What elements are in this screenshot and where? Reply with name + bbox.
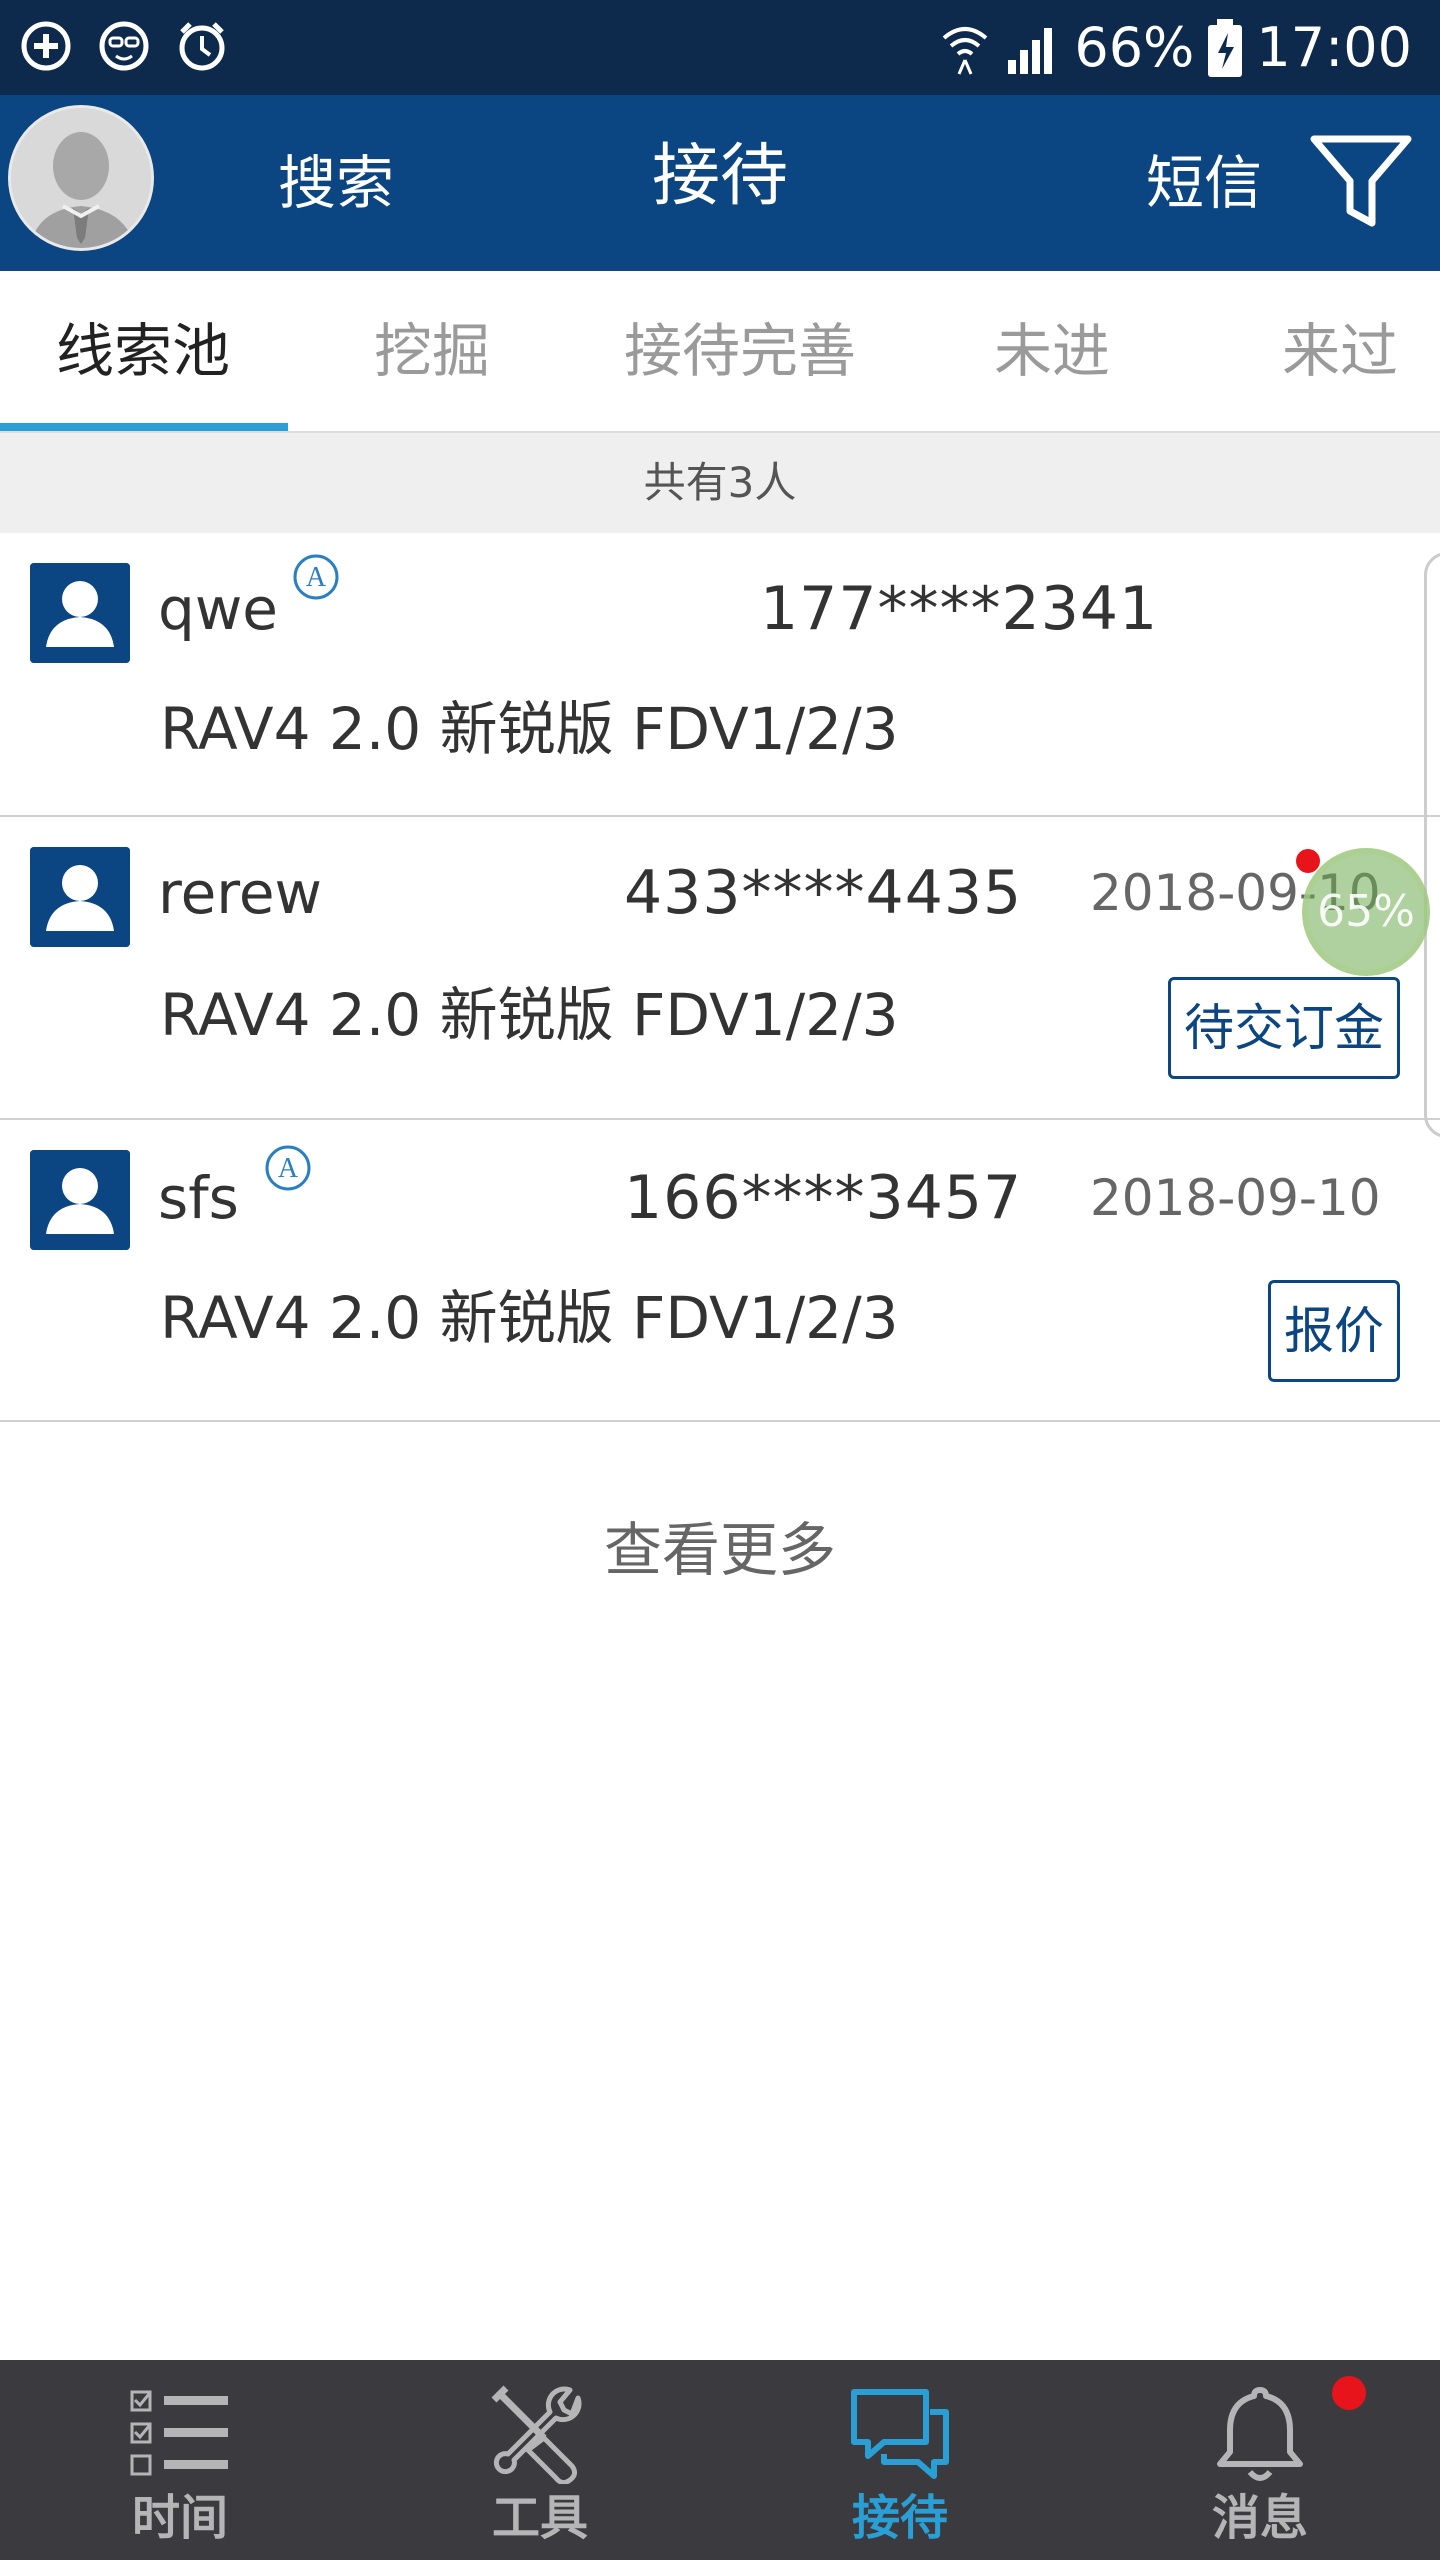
tab-bar: 线索池 挖掘 接待完善 未进 来过	[0, 271, 1440, 433]
clock: 17:00	[1256, 16, 1412, 79]
customer-row[interactable]: rerew 433****4435 2018-09-10 RAV4 2.0 新锐…	[0, 817, 1440, 1120]
wifi-icon	[943, 27, 988, 75]
tab-visited[interactable]: 来过	[1282, 271, 1398, 431]
customer-row[interactable]: sfs A 166****3457 2018-09-10 RAV4 2.0 新锐…	[0, 1120, 1440, 1422]
floating-memory-widget[interactable]: 65%	[1302, 848, 1430, 976]
avatar[interactable]	[8, 105, 154, 251]
view-more-button[interactable]: 查看更多	[0, 1510, 1440, 1590]
svg-text:A: A	[306, 562, 327, 593]
customer-phone[interactable]: 166****3457	[624, 1162, 1022, 1234]
app-header: 搜索 接待 短信	[0, 95, 1440, 271]
nav-label-reception: 接待	[851, 2490, 948, 2546]
bottom-nav: 时间 工具 接待 消息	[0, 2360, 1440, 2560]
customer-date: 2018-09-10	[1090, 1169, 1381, 1227]
edge-drag-handle[interactable]	[1424, 552, 1440, 1138]
tools-icon	[491, 2385, 582, 2484]
user-avatar-icon	[11, 108, 151, 248]
customer-avatar	[30, 1150, 130, 1250]
customer-name: sfs	[158, 1164, 239, 1232]
svg-text:A: A	[278, 1153, 299, 1184]
tab-dig[interactable]: 挖掘	[374, 271, 490, 431]
chat-icon	[851, 2389, 949, 2479]
customer-car-model: RAV4 2.0 新锐版 FDV1/2/3	[160, 1284, 899, 1352]
nav-item-time[interactable]: 时间	[0, 2360, 360, 2560]
sms-button[interactable]: 短信	[1146, 147, 1262, 219]
nav-label-messages: 消息	[1211, 2490, 1308, 2546]
tab-clue-pool[interactable]: 线索池	[56, 271, 230, 431]
notification-dot	[1332, 2376, 1366, 2410]
page-title: 接待	[652, 137, 789, 216]
status-right: 66% 17:00	[940, 12, 1412, 84]
person-icon	[30, 1150, 130, 1250]
status-left-icons	[18, 18, 230, 74]
nav-item-tools[interactable]: 工具	[360, 2360, 720, 2560]
nav-label-tools: 工具	[491, 2490, 588, 2546]
customer-car-model: RAV4 2.0 新锐版 FDV1/2/3	[160, 981, 899, 1049]
alarm-icon	[179, 22, 225, 71]
battery-charging-icon	[1208, 19, 1243, 77]
filter-icon[interactable]	[1306, 125, 1416, 235]
a-grade-badge-icon: A	[293, 554, 339, 600]
quote-button[interactable]: 报价	[1268, 1280, 1400, 1382]
search-button[interactable]: 搜索	[278, 147, 394, 219]
nav-item-reception[interactable]: 接待	[720, 2360, 1080, 2560]
customer-phone[interactable]: 177****2341	[760, 573, 1158, 645]
face-icon	[99, 21, 149, 71]
bell-icon	[1217, 2387, 1303, 2481]
person-icon	[30, 563, 130, 663]
tab-active-indicator	[0, 423, 288, 431]
plus-circle-icon	[21, 21, 71, 71]
status-bar: 66% 17:00	[0, 0, 1440, 95]
battery-percent: 66%	[1074, 16, 1195, 79]
customer-count: 共有3人	[0, 433, 1440, 533]
customer-name: rerew	[158, 859, 322, 927]
customer-row[interactable]: qwe A 177****2341 RAV4 2.0 新锐版 FDV1/2/3	[0, 533, 1440, 817]
a-grade-badge-icon: A	[265, 1145, 311, 1191]
customer-phone[interactable]: 433****4435	[624, 857, 1022, 929]
checklist-icon	[130, 2390, 228, 2476]
tab-not-entered[interactable]: 未进	[994, 271, 1110, 431]
customer-avatar	[30, 563, 130, 663]
nav-label-time: 时间	[131, 2490, 228, 2546]
person-icon	[30, 847, 130, 947]
signal-icon	[1008, 28, 1053, 74]
pending-deposit-button[interactable]: 待交订金	[1168, 977, 1400, 1079]
customer-car-model: RAV4 2.0 新锐版 FDV1/2/3	[160, 695, 899, 763]
nav-item-messages[interactable]: 消息	[1080, 2360, 1440, 2560]
tab-reception-improve[interactable]: 接待完善	[624, 271, 856, 431]
customer-avatar	[30, 847, 130, 947]
customer-name: qwe	[158, 575, 278, 643]
